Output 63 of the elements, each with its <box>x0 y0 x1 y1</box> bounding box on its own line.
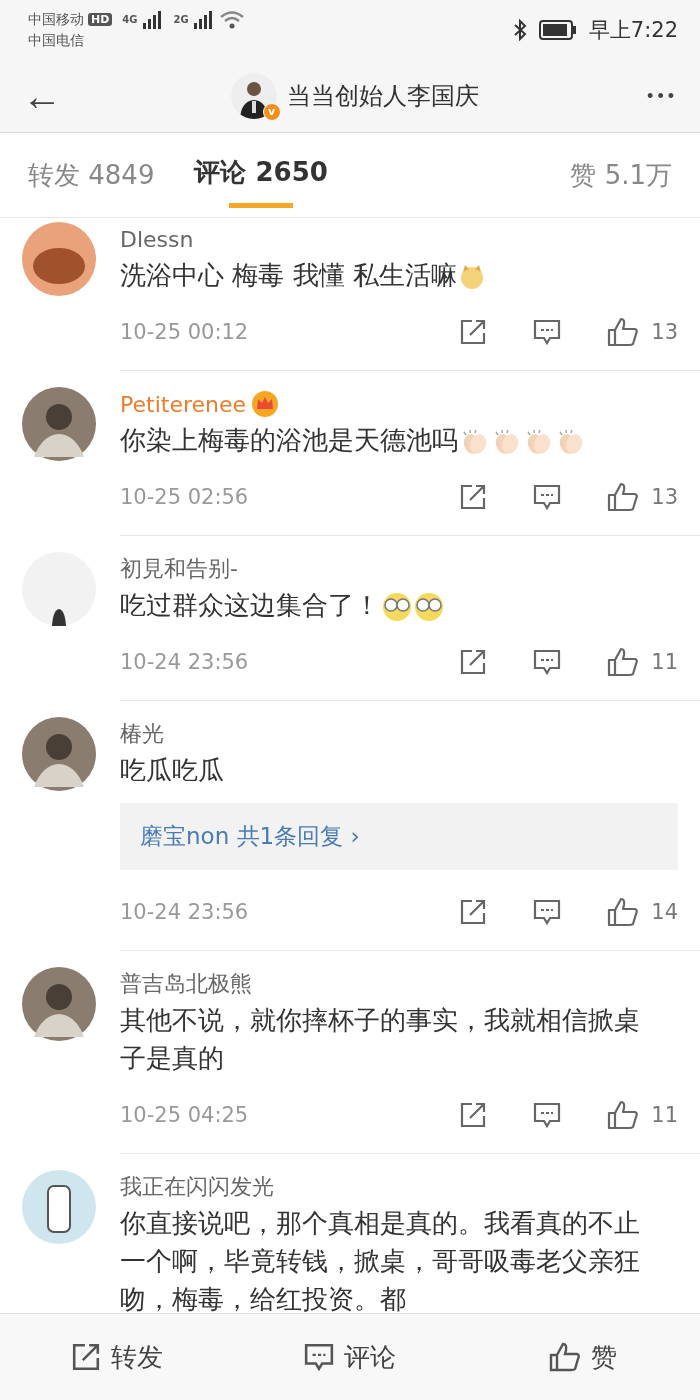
comment-button[interactable]: 评论 <box>233 1338 467 1376</box>
glasses-emoji-icon <box>382 591 412 622</box>
signal-icon <box>141 10 164 29</box>
share-icon <box>70 1342 101 1372</box>
like-count: 14 <box>651 900 678 924</box>
battery-icon <box>538 20 577 40</box>
likes-tab[interactable]: 赞 5.1万 <box>570 139 672 211</box>
comment-text: 吃瓜吃瓜 <box>120 755 224 785</box>
network-label: 4G <box>122 14 138 25</box>
carrier-name: 中国移动 <box>28 10 84 29</box>
comment-icon[interactable] <box>533 1101 562 1129</box>
thumbs-up-icon[interactable] <box>607 482 640 512</box>
comment-time: 10-25 04:25 <box>120 1103 249 1127</box>
thumbs-up-icon[interactable] <box>607 317 640 347</box>
carrier-name: 中国电信 <box>28 31 85 50</box>
emoji-icon <box>458 263 485 290</box>
comment-icon[interactable] <box>533 898 562 926</box>
back-button[interactable]: ← <box>16 76 68 116</box>
comment-icon[interactable] <box>533 483 562 511</box>
like-count: 11 <box>651 1103 678 1127</box>
signal-icon <box>192 10 215 29</box>
glasses-emoji-icon <box>414 591 444 622</box>
wifi-icon <box>218 10 245 29</box>
user-name[interactable]: 椿光 <box>120 719 164 749</box>
network-label: 2G <box>173 14 189 25</box>
like-count: 13 <box>651 485 678 509</box>
comment-icon[interactable] <box>533 318 562 346</box>
thumbs-up-icon[interactable] <box>607 647 640 677</box>
like-count: 13 <box>651 320 678 344</box>
share-button[interactable]: 转发 <box>0 1338 234 1376</box>
comment-icon <box>304 1342 334 1372</box>
comment-time: 10-25 00:12 <box>120 320 249 344</box>
reply-summary-link[interactable]: 磨宝non 共1条回复 › <box>120 803 678 870</box>
comment-time: 10-24 23:56 <box>120 900 249 924</box>
hd-badge: HD <box>88 13 113 26</box>
account-title: 当当创始人李国庆 <box>286 81 479 112</box>
thumbs-up-icon[interactable] <box>607 1100 640 1130</box>
bluetooth-icon <box>512 19 527 41</box>
comment-time: 10-24 23:56 <box>120 650 249 674</box>
like-count: 11 <box>651 650 678 674</box>
share-icon[interactable] <box>459 1101 488 1129</box>
comment-icon[interactable] <box>533 648 562 676</box>
comment-text: 你直接说吧，那个真相是真的。我看真的不止一个啊，毕竟转钱，掀桌，哥哥吸毒老父亲狂吻，梅毒，给红投资。都 <box>120 1208 640 1313</box>
share-icon[interactable] <box>459 648 488 676</box>
user-name[interactable]: 我正在闪闪发光 <box>120 1172 274 1202</box>
user-name[interactable]: Dlessn <box>120 226 194 252</box>
like-button[interactable]: 赞 <box>466 1338 700 1376</box>
comment-text: 吃过群众这边集合了！ <box>120 590 380 620</box>
share-icon[interactable] <box>459 483 488 511</box>
clock-time: 早上7:22 <box>588 17 678 44</box>
user-name[interactable]: 初見和告别- <box>120 554 238 584</box>
comment-text: 你染上梅毒的浴池是天德池吗 <box>120 425 458 455</box>
comment-time: 10-25 02:56 <box>120 485 249 509</box>
comment-text: 洗浴中心 梅毒 我懂 私生活嘛 <box>120 260 457 290</box>
share-icon[interactable] <box>459 318 488 346</box>
thumbs-up-icon[interactable] <box>607 897 640 927</box>
thumbs-up-icon <box>549 1342 582 1372</box>
crown-icon <box>250 390 281 418</box>
more-button[interactable]: ••• <box>641 84 684 108</box>
tab[interactable]: 转发 4849 <box>28 139 155 211</box>
comment-text: 其他不说，就你摔杯子的事实，我就相信掀桌子是真的 <box>120 1005 640 1073</box>
share-icon[interactable] <box>459 898 488 926</box>
user-name[interactable]: 普吉岛北极熊 <box>120 969 252 999</box>
